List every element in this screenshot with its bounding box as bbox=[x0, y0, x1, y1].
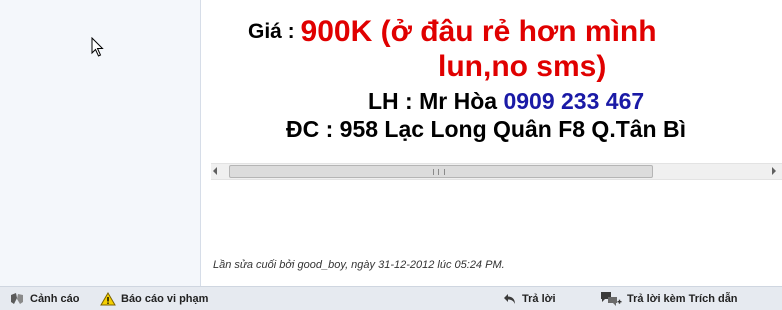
quote-reply-label: Trả lời kèm Trích dẫn bbox=[627, 292, 738, 305]
price-value: 900K (ở đâu rẻ hơn mình bbox=[300, 15, 657, 48]
horizontal-scrollbar[interactable] bbox=[211, 163, 782, 180]
contact-line: LH : Mr Hòa 0909 233 467 bbox=[368, 88, 644, 115]
post-action-bar: Cảnh cáo Báo cáo vi phạm Trả lời Trả lời… bbox=[0, 286, 782, 310]
price-continuation: lun,no sms) bbox=[438, 50, 607, 83]
reply-label: Trả lời bbox=[522, 292, 556, 305]
contact-label: LH : Mr Hòa bbox=[368, 88, 498, 114]
quote-reply-icon bbox=[601, 291, 622, 306]
scrollbar-grip-icon bbox=[433, 169, 445, 175]
alert-triangle-icon bbox=[100, 291, 116, 305]
warn-button[interactable]: Cảnh cáo bbox=[9, 287, 80, 310]
last-edited-note: Lần sửa cuối bởi good_boy, ngày 31-12-20… bbox=[213, 259, 505, 271]
reply-arrow-icon bbox=[504, 293, 515, 304]
report-button[interactable]: Báo cáo vi phạm bbox=[100, 287, 208, 310]
scroll-right-arrow[interactable] bbox=[772, 167, 776, 175]
scrollbar-thumb[interactable] bbox=[229, 165, 653, 178]
reply-button[interactable]: Trả lời bbox=[503, 287, 556, 310]
mouse-cursor-icon bbox=[91, 37, 104, 57]
warning-hands-icon bbox=[11, 292, 23, 304]
post-user-sidebar bbox=[0, 0, 201, 286]
warn-label: Cảnh cáo bbox=[30, 292, 80, 305]
post-content: Giá : 900K (ở đâu rẻ hơn mình lun,no sms… bbox=[202, 0, 782, 286]
address-line: ĐC : 958 Lạc Long Quân F8 Q.Tân Bì bbox=[286, 116, 686, 142]
price-line: Giá : 900K (ở đâu rẻ hơn mình bbox=[248, 12, 657, 48]
quote-reply-button[interactable]: Trả lời kèm Trích dẫn bbox=[600, 287, 738, 310]
price-label: Giá : bbox=[248, 20, 295, 43]
report-label: Báo cáo vi phạm bbox=[121, 292, 209, 305]
contact-phone: 0909 233 467 bbox=[503, 88, 645, 114]
scroll-left-arrow[interactable] bbox=[213, 167, 217, 175]
